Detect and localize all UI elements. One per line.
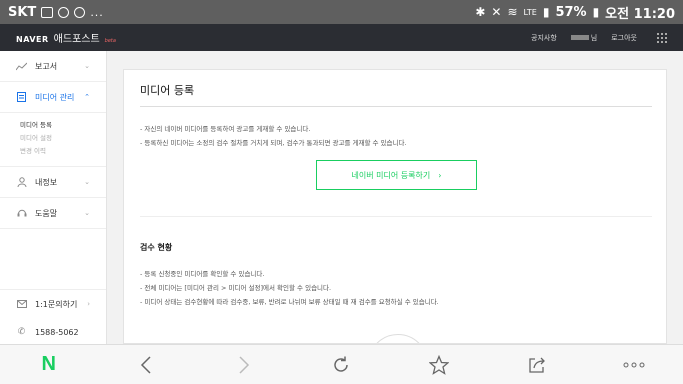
sidebar-support: 1:1문의하기 › ✆ 1588-5062 <box>0 289 106 346</box>
image-icon <box>41 6 54 18</box>
carrier-label: SKT <box>8 4 37 20</box>
inquiry-link[interactable]: 1:1문의하기 › <box>0 290 106 318</box>
inquiry-label: 1:1문의하기 <box>35 299 78 309</box>
forward-arrow-icon <box>239 355 249 374</box>
chevron-down-icon: ⌄ <box>84 209 90 217</box>
more-notifications-label: ... <box>90 5 104 19</box>
masked-username <box>570 35 589 40</box>
star-icon <box>429 354 450 375</box>
user-suffix: 님 <box>590 33 598 42</box>
service-name: 애드포스트 <box>53 34 100 45</box>
naver-n-icon: N <box>41 353 56 375</box>
submenu-media-settings[interactable]: 미디어 설정 <box>20 132 106 145</box>
sidebar-item-label: 보고서 <box>35 61 58 71</box>
register-media-button[interactable]: 네이버 미디어 등록하기 › <box>316 160 477 190</box>
status-bar: SKT ... ✱ ✕ ≋ LTE ▮ 57% ▮ 오전 11:20 <box>0 0 683 24</box>
description-line: - 등록하신 미디어는 소정의 검수 절차를 거치게 되며, 검수가 통과되면 … <box>140 139 407 147</box>
refresh-icon <box>334 356 349 372</box>
instagram-icon <box>74 6 86 18</box>
chevron-down-icon: ⌄ <box>84 62 90 70</box>
top-navigation-bar: NAVER 애드포스트 beta 공지사항 님 로그아웃 <box>0 24 683 51</box>
phone-icon: ✆ <box>17 327 26 337</box>
review-description-line: - 전체 미디어는 [미디어 관리 > 미디어 설정]에서 확인할 수 있습니다… <box>140 284 332 292</box>
clock: 오전 11:20 <box>605 6 675 22</box>
naver-home-button[interactable]: N <box>29 350 69 380</box>
register-button-label: 네이버 미디어 등록하기 <box>351 170 431 180</box>
forward-button[interactable] <box>224 350 264 380</box>
browser-toolbar: N <box>0 344 683 384</box>
sidebar-item-help[interactable]: 도움말 ⌄ <box>0 198 106 229</box>
sidebar-item-media-management[interactable]: 미디어 관리 ⌃ <box>0 82 106 113</box>
page-title: 미디어 등록 <box>140 84 195 97</box>
chevron-right-icon: › <box>87 300 90 308</box>
phone-label: 1588-5062 <box>35 327 79 337</box>
network-label: LTE <box>523 7 537 17</box>
submenu-media-register[interactable]: 미디어 등록 <box>20 119 106 132</box>
headset-icon <box>16 208 27 219</box>
refresh-button[interactable] <box>321 350 361 380</box>
battery-label: 57% <box>555 4 587 20</box>
chevron-up-icon: ⌃ <box>84 93 90 101</box>
review-description-line: - 미디어 상태는 검수현황에 따라 검수중, 보류, 반려로 나뉘며 보류 상… <box>140 298 439 306</box>
section-divider <box>140 216 652 217</box>
naver-logo: NAVER <box>16 35 49 44</box>
bookmark-button[interactable] <box>419 350 459 380</box>
title-divider <box>140 106 652 107</box>
sidebar-item-label: 내정보 <box>35 177 58 187</box>
chevron-down-icon: ⌄ <box>84 178 90 186</box>
share-button[interactable] <box>517 350 557 380</box>
beta-badge: beta <box>104 38 116 44</box>
main-content-panel: 미디어 등록 - 자신의 네이버 미디어를 등록하여 광고를 게재할 수 있습니… <box>123 69 667 344</box>
instagram-icon <box>58 6 70 18</box>
chevron-right-icon: › <box>438 170 442 180</box>
logo[interactable]: NAVER 애드포스트 beta <box>16 30 116 45</box>
mail-icon <box>16 299 27 310</box>
chart-icon <box>16 61 27 72</box>
app-grid-icon[interactable] <box>657 32 667 43</box>
battery-icon: ▮ <box>592 5 600 19</box>
wifi-icon: ≋ <box>507 5 518 19</box>
signal-icon: ▮ <box>542 5 550 19</box>
submenu-change-history[interactable]: 변경 이력 <box>20 145 106 158</box>
review-status-title: 검수 현황 <box>140 243 173 252</box>
mute-icon: ✕ <box>491 5 502 19</box>
sidebar-item-label: 도움말 <box>35 208 58 218</box>
description-line: - 자신의 네이버 미디어를 등록하여 광고를 게재할 수 있습니다. <box>140 125 311 133</box>
media-submenu: 미디어 등록 미디어 설정 변경 이력 <box>0 113 106 167</box>
bluetooth-icon: ✱ <box>475 5 486 19</box>
logout-link[interactable]: 로그아웃 <box>611 33 637 43</box>
user-greeting: 님 <box>570 33 598 43</box>
more-menu-button[interactable] <box>614 350 654 380</box>
sidebar-item-report[interactable]: 보고서 ⌄ <box>0 51 106 82</box>
sidebar: 보고서 ⌄ 미디어 관리 ⌃ 미디어 등록 미디어 설정 변경 이력 내정보 ⌄… <box>0 51 107 344</box>
more-dots-icon <box>623 362 645 367</box>
user-icon <box>16 177 27 188</box>
document-icon <box>16 92 27 103</box>
sidebar-item-label: 미디어 관리 <box>35 92 75 102</box>
back-arrow-icon <box>141 355 151 374</box>
empty-state-graphic <box>368 334 428 343</box>
notice-link[interactable]: 공지사항 <box>531 33 557 43</box>
review-description-line: - 등록 신청중인 미디어를 확인할 수 있습니다. <box>140 270 265 278</box>
phone-number: ✆ 1588-5062 <box>0 318 106 346</box>
back-button[interactable] <box>126 350 166 380</box>
sidebar-item-my-info[interactable]: 내정보 ⌄ <box>0 167 106 198</box>
share-icon <box>528 357 545 373</box>
